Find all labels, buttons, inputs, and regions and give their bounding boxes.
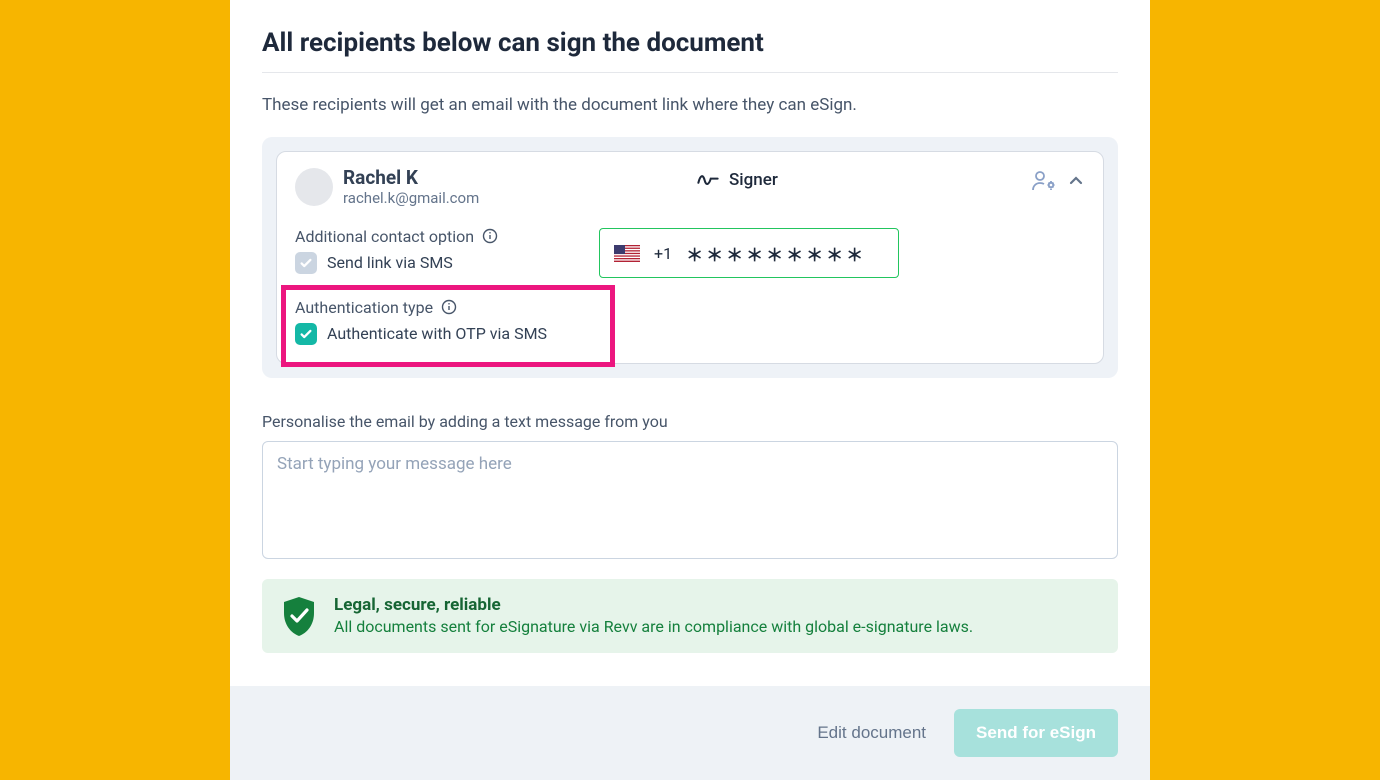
- signature-icon: [697, 172, 719, 188]
- sms-link-label: Send link via SMS: [327, 253, 453, 272]
- role-label: Signer: [729, 170, 778, 190]
- dial-code: +1: [654, 244, 672, 263]
- page-subtitle: These recipients will get an email with …: [262, 95, 1118, 115]
- recipient-actions: [1031, 170, 1085, 192]
- avatar: [295, 168, 333, 206]
- phone-input[interactable]: +1 ＊＊＊＊＊＊＊＊＊: [599, 228, 899, 278]
- footer-bar: Edit document Send for eSign: [230, 686, 1150, 780]
- additional-contact-label: Additional contact option: [295, 227, 474, 246]
- message-input[interactable]: [262, 441, 1118, 559]
- check-icon: [299, 256, 313, 270]
- recipient-card: Rachel K rachel.k@gmail.com Signer: [276, 151, 1104, 364]
- info-icon[interactable]: [441, 299, 457, 315]
- page-title: All recipients below can sign the docume…: [262, 28, 1118, 58]
- send-for-esign-button[interactable]: Send for eSign: [954, 709, 1118, 757]
- check-icon: [299, 327, 313, 341]
- legal-title: Legal, secure, reliable: [334, 595, 973, 615]
- auth-sms-label: Authenticate with OTP via SMS: [327, 324, 547, 343]
- personalise-label: Personalise the email by adding a text m…: [262, 412, 1118, 431]
- sms-link-checkbox[interactable]: [295, 252, 317, 274]
- recipient-card-wrapper: Rachel K rachel.k@gmail.com Signer: [262, 137, 1118, 378]
- legal-text: Legal, secure, reliable All documents se…: [334, 595, 973, 636]
- legal-banner: Legal, secure, reliable All documents se…: [262, 579, 1118, 653]
- main-panel: All recipients below can sign the docume…: [230, 0, 1150, 780]
- auth-type-label-row: Authentication type: [295, 298, 1085, 317]
- recipient-name-block: Rachel K rachel.k@gmail.com: [343, 168, 479, 207]
- chevron-up-icon[interactable]: [1067, 172, 1085, 190]
- auth-sms-row[interactable]: Authenticate with OTP via SMS: [295, 323, 1085, 345]
- shield-check-icon: [280, 595, 318, 637]
- user-settings-icon[interactable]: [1031, 170, 1057, 192]
- info-icon[interactable]: [482, 228, 498, 244]
- legal-desc: All documents sent for eSignature via Re…: [334, 617, 973, 636]
- role-selector[interactable]: Signer: [697, 170, 778, 190]
- us-flag-icon: [614, 245, 640, 262]
- recipient-header-row: Rachel K rachel.k@gmail.com: [295, 168, 1085, 207]
- recipient-email: rachel.k@gmail.com: [343, 189, 479, 207]
- recipient-name: Rachel K: [343, 168, 479, 189]
- auth-sms-checkbox[interactable]: [295, 323, 317, 345]
- auth-type-label: Authentication type: [295, 298, 433, 317]
- content-area: All recipients below can sign the docume…: [230, 0, 1150, 673]
- divider: [262, 72, 1118, 73]
- edit-document-button[interactable]: Edit document: [817, 723, 926, 743]
- phone-mask: ＊＊＊＊＊＊＊＊＊: [686, 241, 866, 266]
